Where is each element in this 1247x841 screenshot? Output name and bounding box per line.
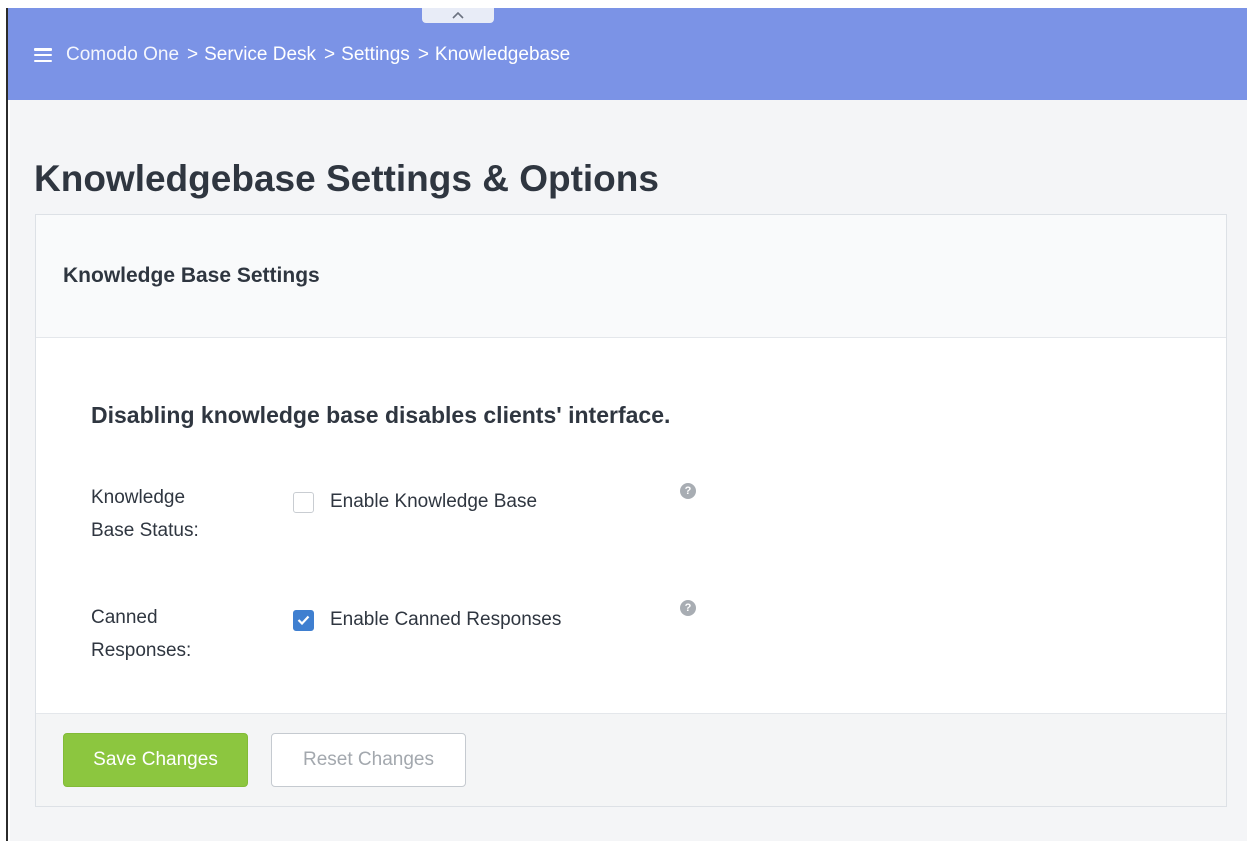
label-line: Base Status: [91,520,199,541]
label-line: Knowledge [91,487,186,508]
enable-knowledge-base-label[interactable]: Enable Knowledge Base [330,491,537,513]
breadcrumb: Comodo One > Service Desk > Settings > K… [34,44,570,66]
knowledge-base-status-label: Knowledge Base Status: [91,481,241,547]
checkmark-icon [297,615,310,625]
save-changes-button[interactable]: Save Changes [63,733,248,787]
enable-knowledge-base-option[interactable]: Enable Knowledge Base [293,491,537,513]
enable-knowledge-base-checkbox[interactable] [293,491,314,513]
breadcrumb-knowledgebase: Knowledgebase [434,44,571,65]
label-line: Canned [91,607,158,628]
settings-panel: Knowledge Base Settings Disabling knowle… [35,214,1227,807]
disable-warning-notice: Disabling knowledge base disables client… [91,402,671,428]
panel-footer: Save Changes Reset Changes [36,713,1226,806]
top-navigation-bar: Comodo One > Service Desk > Settings > K… [8,8,1247,100]
enable-canned-responses-checkbox[interactable] [293,609,314,631]
window-top-edge [0,0,1247,8]
reset-changes-button[interactable]: Reset Changes [271,733,466,787]
enable-canned-responses-label[interactable]: Enable Canned Responses [330,609,561,631]
question-circle-icon[interactable]: ? [680,483,696,499]
breadcrumb-comodo-one[interactable]: Comodo One [66,44,179,66]
breadcrumb-separator: > [324,44,336,65]
main-content: Knowledgebase Settings & Options Knowled… [10,100,1247,841]
panel-header: Knowledge Base Settings [36,215,1226,338]
label-line: Responses: [91,640,192,661]
page-title: Knowledgebase Settings & Options [34,158,659,199]
hamburger-menu-icon[interactable] [34,48,52,62]
breadcrumb-separator: > [417,44,429,65]
collapse-header-toggle[interactable] [422,8,494,23]
panel-title: Knowledge Base Settings [63,264,320,287]
breadcrumb-separator: > [187,44,199,65]
enable-canned-responses-option[interactable]: Enable Canned Responses [293,609,561,631]
chevron-up-icon [452,12,464,19]
canned-responses-label: Canned Responses: [91,601,241,667]
breadcrumb-settings[interactable]: Settings [341,44,410,66]
question-circle-icon[interactable]: ? [680,600,696,616]
window-left-edge [0,8,8,841]
breadcrumb-service-desk[interactable]: Service Desk [204,44,316,66]
